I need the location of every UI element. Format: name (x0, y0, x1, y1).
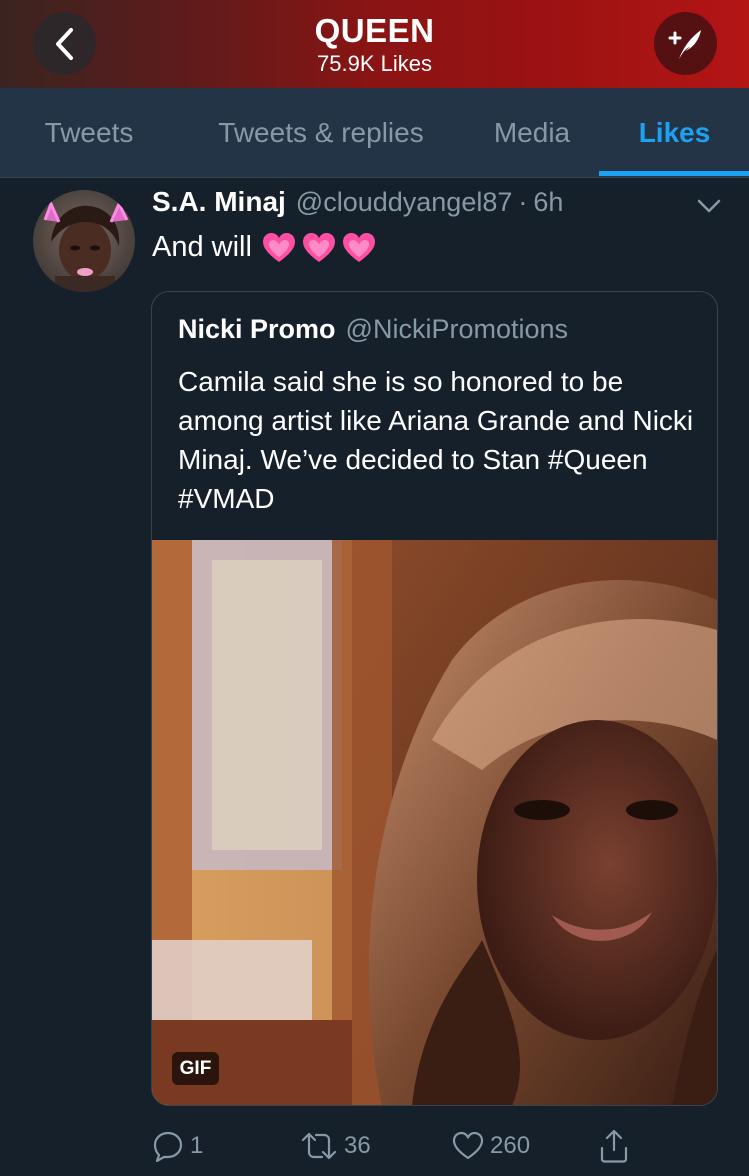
like-button[interactable]: 260 (452, 1126, 530, 1166)
quoted-author-handle: @NickiPromotions (345, 314, 569, 344)
tweet-body: And will (152, 231, 382, 264)
author-handle[interactable]: @clouddyangel87 (296, 187, 513, 218)
quoted-tweet-card[interactable]: Nicki Promo @NickiPromotions Camila said… (151, 291, 718, 1106)
reply-button[interactable]: 1 (152, 1126, 203, 1166)
pink-heart-icon (302, 232, 335, 262)
tab-tweets[interactable]: Tweets (0, 88, 178, 178)
profile-header: QUEEN 75.9K Likes (0, 0, 749, 88)
pink-heart-icon (342, 232, 375, 262)
retweet-icon (301, 1132, 337, 1160)
retweet-count: 36 (344, 1132, 371, 1159)
reply-icon (153, 1131, 183, 1162)
share-icon (600, 1129, 628, 1163)
quoted-tweet-header: Nicki Promo @NickiPromotions (178, 314, 568, 345)
emoji-group (262, 232, 382, 264)
share-button[interactable] (598, 1126, 630, 1166)
likes-count: 75.9K Likes (317, 51, 432, 76)
quoted-tweet-text: Camila said she is so honored to be amon… (178, 366, 694, 514)
reply-count: 1 (190, 1132, 204, 1159)
avatar[interactable] (33, 190, 135, 292)
profile-name: QUEEN (314, 12, 435, 49)
tab-tweets-replies[interactable]: Tweets & replies (178, 88, 464, 178)
tweet-timestamp[interactable]: 6h (533, 187, 563, 218)
chevron-down-icon[interactable] (696, 196, 722, 216)
author-name[interactable]: S.A. Minaj (152, 186, 286, 218)
retweet-button[interactable]: 36 (300, 1126, 371, 1166)
tab-likes[interactable]: Likes (600, 88, 749, 178)
quoted-author-name: Nicki Promo (178, 314, 336, 344)
gif-media[interactable]: GIF (152, 540, 717, 1105)
tweet-text: And will (152, 231, 252, 263)
compose-tweet-button[interactable] (654, 12, 717, 75)
gif-thumbnail (152, 540, 717, 1105)
compose-tweet-icon (668, 29, 701, 59)
tweet-header: S.A. Minaj @clouddyangel87 · 6h (152, 186, 563, 226)
tab-media[interactable]: Media (464, 88, 600, 178)
separator-dot: · (518, 187, 528, 217)
heart-outline-icon (452, 1131, 484, 1160)
active-tab-indicator (599, 171, 749, 176)
profile-tabs: Tweets Tweets & replies Media Likes (0, 88, 749, 178)
gif-badge: GIF (172, 1052, 219, 1085)
likes-timeline-screen: QUEEN 75.9K Likes Tweets Tweets & replie… (0, 0, 749, 1176)
like-count: 260 (490, 1132, 531, 1159)
pink-heart-icon (262, 232, 295, 262)
